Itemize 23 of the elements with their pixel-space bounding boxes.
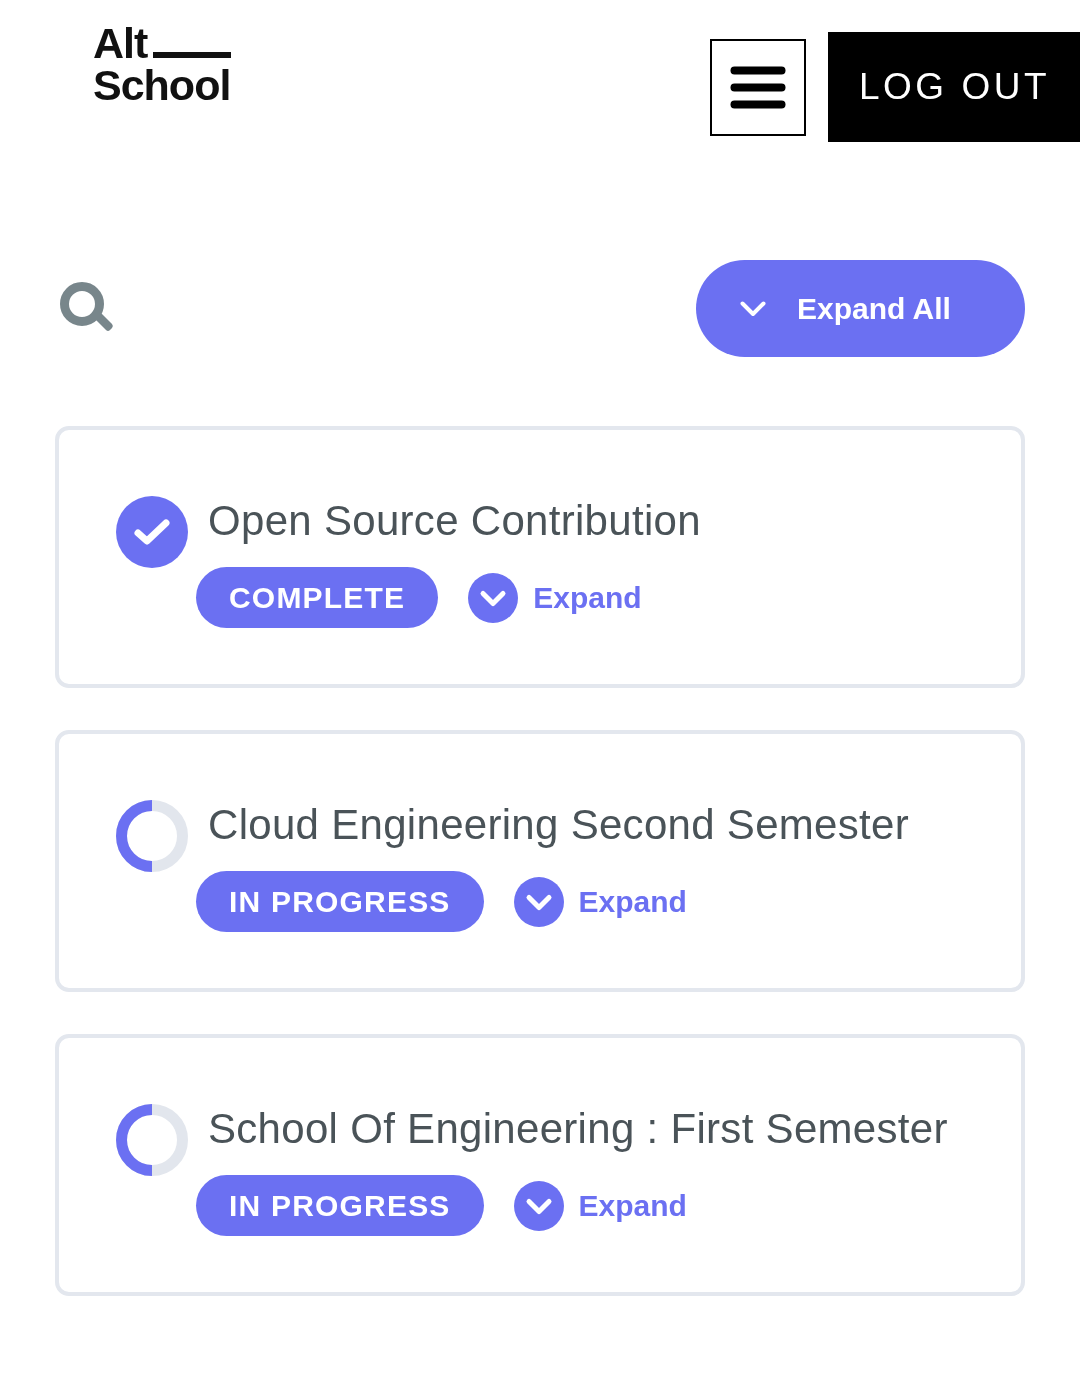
logo-bar-icon bbox=[153, 52, 232, 58]
check-circle-icon bbox=[116, 496, 188, 568]
course-title: Open Source Contribution bbox=[208, 496, 702, 546]
expand-button[interactable]: Expand bbox=[513, 876, 687, 927]
status-badge: IN PROGRESS bbox=[196, 871, 484, 932]
expand-button[interactable]: Expand bbox=[468, 572, 642, 623]
chevron-down-circle-icon bbox=[468, 572, 519, 623]
status-badge: IN PROGRESS bbox=[196, 1175, 484, 1236]
logout-button[interactable]: LOG OUT bbox=[827, 32, 1080, 142]
logo-text: Alt bbox=[93, 22, 148, 64]
progress-ring-icon bbox=[116, 800, 188, 872]
chevron-down-circle-icon bbox=[513, 1180, 564, 1231]
chevron-down-icon bbox=[740, 300, 766, 317]
menu-button[interactable] bbox=[709, 38, 806, 136]
logo-text: School bbox=[93, 64, 232, 106]
expand-all-button[interactable]: Expand All bbox=[696, 260, 1025, 357]
progress-ring-icon bbox=[116, 1104, 188, 1176]
status-badge: COMPLETE bbox=[196, 567, 439, 628]
menu-icon bbox=[729, 65, 786, 109]
course-title: School Of Engineering : First Semester bbox=[208, 1104, 949, 1154]
chevron-down-circle-icon bbox=[513, 876, 564, 927]
expand-button[interactable]: Expand bbox=[513, 1180, 687, 1231]
course-title: Cloud Engineering Second Semester bbox=[208, 800, 910, 850]
